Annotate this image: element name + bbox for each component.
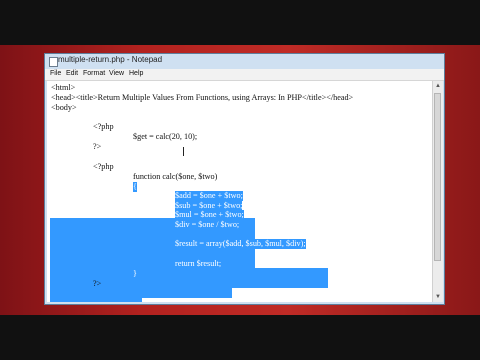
code-line-6: ?> [93,142,102,151]
code-line-13: $div = $one / $two; [175,220,240,230]
selection-line-15 [50,288,232,298]
selection-line-blank-1 [50,258,255,268]
code-line-14: $result = array($add, $sub, $mul, $div); [175,239,306,249]
code-line-8: function calc($one, $two) [133,172,218,181]
menu-format[interactable]: Format [83,70,105,77]
selection-line-13 [50,248,255,258]
code-line-9: { [133,182,137,192]
menu-view[interactable]: View [109,70,124,77]
vertical-scrollbar[interactable]: ▲ ▼ [432,81,443,302]
scroll-down-arrow-icon[interactable]: ▼ [435,294,441,300]
code-line-1: <html> [51,83,76,92]
menu-bar: File Edit Format View Help [45,69,444,81]
menu-edit[interactable]: Edit [66,70,78,77]
code-line-10: $add = $one + $two; [175,191,243,201]
code-line-15: return $result; [175,259,222,269]
menu-file[interactable]: File [50,70,61,77]
notepad-icon [49,57,58,67]
selection-line-16 [50,298,142,302]
scroll-up-arrow-icon[interactable]: ▲ [435,83,441,89]
code-line-17: ?> [93,279,102,288]
code-line-12: $mul = $one + $two; [175,210,244,220]
code-line-2: <head><title>Return Multiple Values From… [51,93,354,102]
scroll-thumb[interactable] [434,93,441,261]
selection-line-14 [50,268,328,278]
title-bar[interactable]: multiple-return.php - Notepad [45,54,444,68]
code-line-7: <?php [93,162,114,171]
selection-line-blank-2 [50,278,328,288]
text-cursor [183,147,184,156]
notepad-window[interactable]: multiple-return.php - Notepad File Edit … [44,53,445,305]
code-line-5: $get = calc(20, 10); [133,132,198,141]
code-line-3: <body> [51,103,77,112]
text-editor[interactable]: <html> <head><title>Return Multiple Valu… [47,81,432,302]
code-line-16: } [133,269,137,279]
code-line-4: <?php [93,122,114,131]
window-title: multiple-return.php - Notepad [58,55,163,64]
menu-help[interactable]: Help [129,70,143,77]
